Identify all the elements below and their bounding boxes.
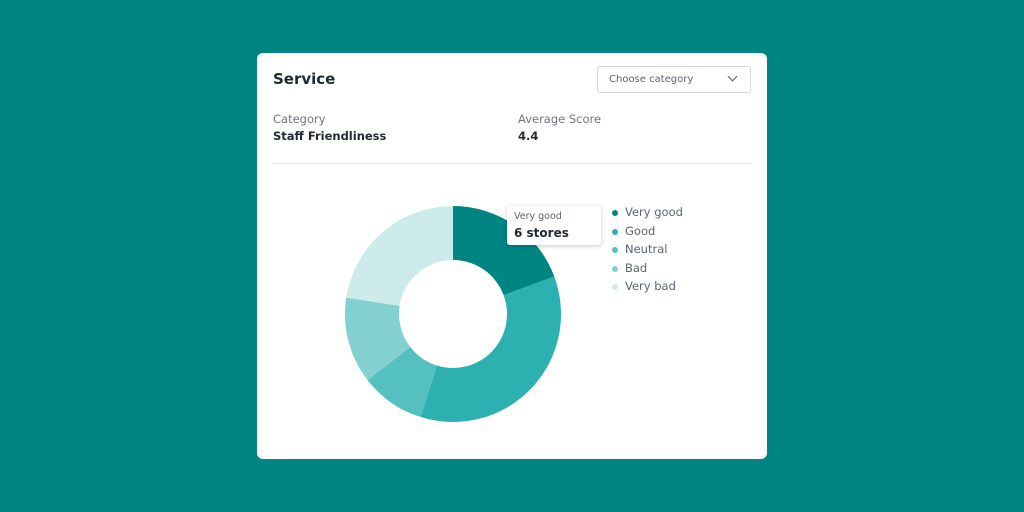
donut-slice-good[interactable]: [420, 276, 561, 422]
legend-label: Good: [625, 223, 656, 238]
chart-tooltip: Very good 6 stores: [507, 206, 601, 245]
legend-label: Very good: [625, 205, 683, 219]
legend-label: Very bad: [625, 279, 676, 294]
legend-swatch: [612, 228, 618, 235]
tooltip-label: Very good: [514, 211, 562, 222]
legend-label: Bad: [625, 260, 648, 275]
legend-swatch: [612, 210, 618, 216]
donut-slice-very-bad[interactable]: [346, 206, 453, 306]
donut-chart: [345, 206, 561, 422]
tooltip-value: 6 stores: [514, 226, 569, 240]
legend-swatch: [612, 265, 618, 272]
service-card: Service Choose category Category Staff F…: [257, 53, 767, 459]
legend-label: Neutral: [625, 242, 668, 257]
